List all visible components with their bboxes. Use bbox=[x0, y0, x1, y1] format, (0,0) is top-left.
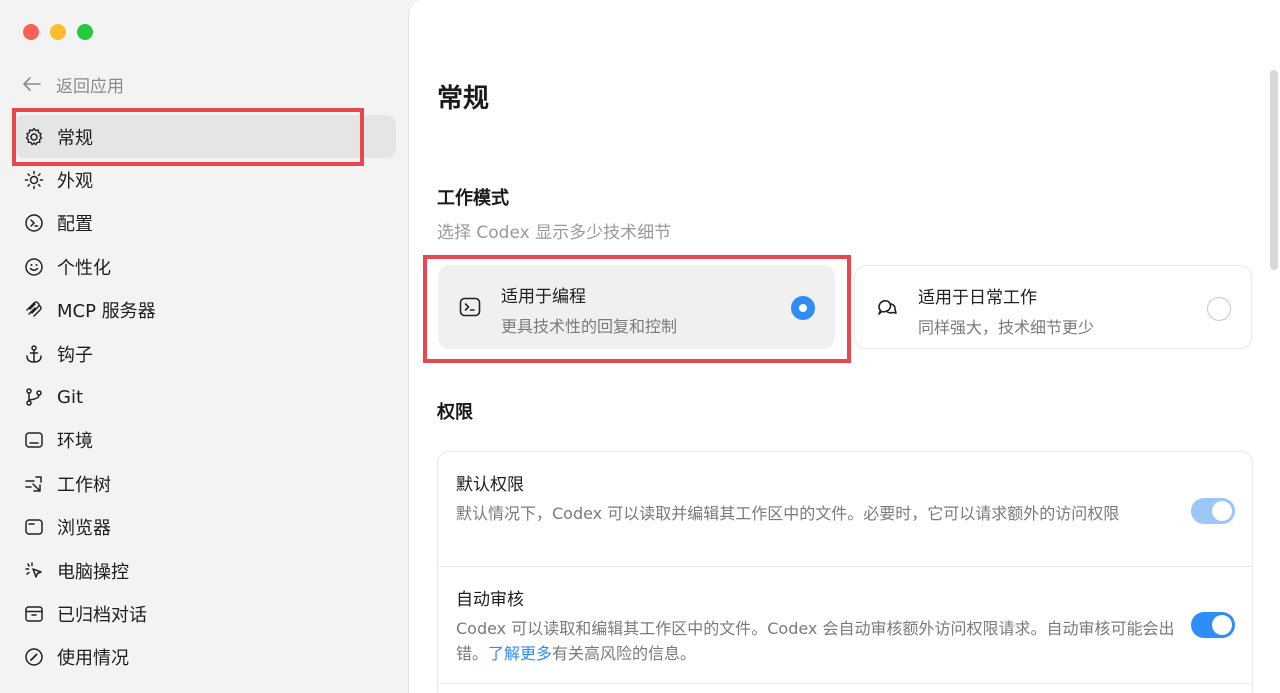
sidebar-item-computer-control[interactable]: 电脑操控 bbox=[14, 549, 396, 592]
permissions-title: 权限 bbox=[437, 402, 473, 423]
chat-bubbles-icon bbox=[875, 296, 899, 320]
mode-option-desc: 同样强大，技术细节更少 bbox=[918, 318, 1095, 337]
sidebar-item-label: 电脑操控 bbox=[57, 561, 129, 583]
divider bbox=[438, 683, 1252, 684]
sun-icon bbox=[23, 169, 45, 191]
config-icon bbox=[23, 212, 45, 234]
gear-icon bbox=[23, 126, 45, 148]
window-controls bbox=[23, 24, 93, 40]
sidebar-item-mcp-servers[interactable]: MCP 服务器 bbox=[14, 289, 396, 332]
work-mode-title: 工作模式 bbox=[437, 188, 509, 209]
back-label: 返回应用 bbox=[56, 76, 124, 97]
mode-option-title: 适用于编程 bbox=[501, 287, 586, 307]
radio-unselected[interactable] bbox=[1207, 297, 1231, 321]
sidebar-item-label: 钩子 bbox=[57, 344, 93, 366]
sidebar-item-worktree[interactable]: 工作树 bbox=[14, 462, 396, 505]
sidebar-item-config[interactable]: 配置 bbox=[14, 202, 396, 245]
permission-title: 自动审核 bbox=[456, 590, 524, 610]
mcp-icon bbox=[23, 299, 45, 321]
sidebar-item-label: 工作树 bbox=[57, 474, 111, 496]
permission-desc: 默认情况下，Codex 可以读取并编辑其工作区中的文件。必要时，它可以请求额外的… bbox=[456, 504, 1120, 523]
terminal-icon bbox=[458, 295, 482, 319]
permissions-panel: 默认权限 默认情况下，Codex 可以读取并编辑其工作区中的文件。必要时，它可以… bbox=[437, 451, 1253, 693]
minimize-window-button[interactable] bbox=[50, 24, 66, 40]
sidebar-item-git[interactable]: Git bbox=[14, 375, 396, 418]
cursor-icon bbox=[23, 560, 45, 582]
sidebar-item-label: 已归档对话 bbox=[57, 604, 147, 626]
work-mode-subtitle: 选择 Codex 显示多少技术细节 bbox=[437, 223, 672, 243]
scrollbar[interactable] bbox=[1270, 70, 1278, 270]
sidebar-item-label: Git bbox=[57, 386, 84, 408]
sidebar-item-label: 配置 bbox=[57, 214, 93, 236]
sidebar-item-label: 外观 bbox=[57, 171, 93, 193]
back-to-app-button[interactable]: 返回应用 bbox=[22, 70, 124, 98]
arrow-left-icon bbox=[22, 74, 42, 94]
sidebar-item-hooks[interactable]: 钩子 bbox=[14, 332, 396, 375]
git-branch-icon bbox=[23, 386, 45, 408]
sidebar-item-label: MCP 服务器 bbox=[57, 301, 156, 323]
sidebar-item-personalization[interactable]: 个性化 bbox=[14, 245, 396, 288]
archive-icon bbox=[23, 603, 45, 625]
radio-selected[interactable] bbox=[791, 296, 815, 320]
sidebar-item-label: 环境 bbox=[57, 431, 93, 453]
close-window-button[interactable] bbox=[23, 24, 39, 40]
gauge-icon bbox=[23, 646, 45, 668]
sidebar-item-label: 个性化 bbox=[57, 257, 111, 279]
zoom-window-button[interactable] bbox=[77, 24, 93, 40]
sidebar-item-label: 常规 bbox=[57, 127, 93, 149]
worktree-icon bbox=[23, 473, 45, 495]
sidebar-item-usage[interactable]: 使用情况 bbox=[14, 636, 396, 679]
permission-default: 默认权限 默认情况下，Codex 可以读取并编辑其工作区中的文件。必要时，它可以… bbox=[438, 470, 1252, 526]
browser-icon bbox=[23, 516, 45, 538]
environment-icon bbox=[23, 429, 45, 451]
mode-option-daily-work[interactable]: 适用于日常工作 同样强大，技术细节更少 bbox=[854, 265, 1252, 349]
sidebar-item-general[interactable]: 常规 bbox=[14, 115, 396, 159]
settings-window: 返回应用 常规 外观 配置 个性化 MCP 服务器 钩子 Git 环境 工作树 … bbox=[0, 0, 1280, 693]
permission-title: 默认权限 bbox=[456, 475, 524, 495]
learn-more-link[interactable]: 了解更多 bbox=[488, 644, 552, 663]
sidebar-item-environment[interactable]: 环境 bbox=[14, 419, 396, 462]
sidebar-item-label: 使用情况 bbox=[57, 648, 129, 670]
permission-auto-review: 自动审核 Codex 可以读取和编辑其工作区中的文件。Codex 会自动审核额外… bbox=[438, 585, 1252, 666]
permission-desc: Codex 可以读取和编辑其工作区中的文件。Codex 会自动审核额外访问权限请… bbox=[456, 619, 1175, 663]
auto-review-toggle[interactable] bbox=[1191, 612, 1235, 638]
smile-icon bbox=[23, 256, 45, 278]
mode-option-coding[interactable]: 适用于编程 更具技术性的回复和控制 bbox=[438, 265, 835, 349]
sidebar-item-appearance[interactable]: 外观 bbox=[14, 158, 396, 201]
mode-option-title: 适用于日常工作 bbox=[918, 288, 1037, 308]
settings-main: 常规 工作模式 选择 Codex 显示多少技术细节 适用于编程 更具技术性的回复… bbox=[408, 0, 1280, 693]
sidebar-item-browser[interactable]: 浏览器 bbox=[14, 506, 396, 549]
settings-nav: 常规 外观 配置 个性化 MCP 服务器 钩子 Git 环境 工作树 浏览器 电… bbox=[14, 115, 396, 679]
sidebar-item-label: 浏览器 bbox=[57, 518, 111, 540]
divider bbox=[438, 566, 1252, 567]
sidebar-item-archived-chats[interactable]: 已归档对话 bbox=[14, 592, 396, 635]
anchor-icon bbox=[23, 343, 45, 365]
page-title: 常规 bbox=[437, 84, 490, 114]
mode-option-desc: 更具技术性的回复和控制 bbox=[501, 317, 678, 336]
default-permission-toggle[interactable] bbox=[1191, 498, 1235, 524]
sidebar: 返回应用 常规 外观 配置 个性化 MCP 服务器 钩子 Git 环境 工作树 … bbox=[0, 0, 408, 693]
